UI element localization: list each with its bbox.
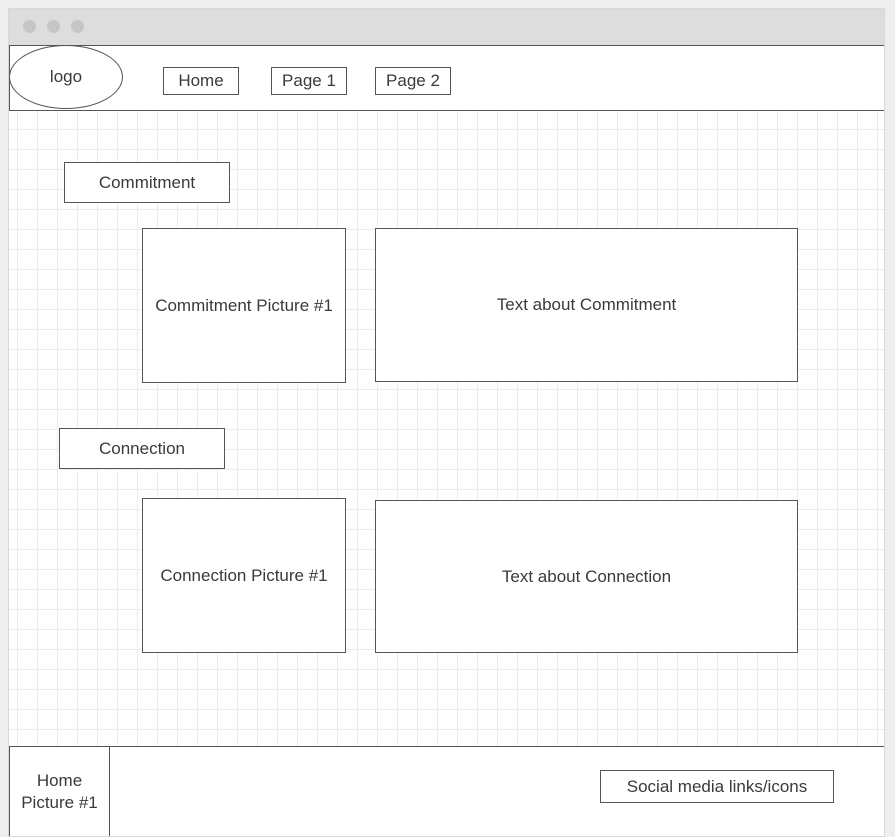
commitment-heading: Commitment — [64, 162, 230, 203]
nav-page2-button[interactable]: Page 2 — [375, 67, 451, 95]
nav-page1-button[interactable]: Page 1 — [271, 67, 347, 95]
footer-home-picture: Home Picture #1 — [9, 746, 110, 836]
connection-text: Text about Connection — [375, 500, 798, 653]
window-titlebar — [9, 9, 884, 45]
window-minimize-dot[interactable] — [47, 20, 60, 33]
connection-heading: Connection — [59, 428, 225, 469]
commitment-picture: Commitment Picture #1 — [142, 228, 346, 383]
commitment-text: Text about Commitment — [375, 228, 798, 382]
footer-home-picture-line1: Home — [36, 771, 83, 790]
window-close-dot[interactable] — [23, 20, 36, 33]
nav-home-button[interactable]: Home — [163, 67, 239, 95]
wireframe-window: logo Home Page 1 Page 2 Commitment Commi… — [8, 8, 885, 837]
logo[interactable]: logo — [9, 45, 123, 109]
connection-picture: Connection Picture #1 — [142, 498, 346, 653]
social-media-links[interactable]: Social media links/icons — [600, 770, 834, 803]
window-maximize-dot[interactable] — [71, 20, 84, 33]
footer-home-picture-line2: Picture #1 — [21, 793, 98, 812]
